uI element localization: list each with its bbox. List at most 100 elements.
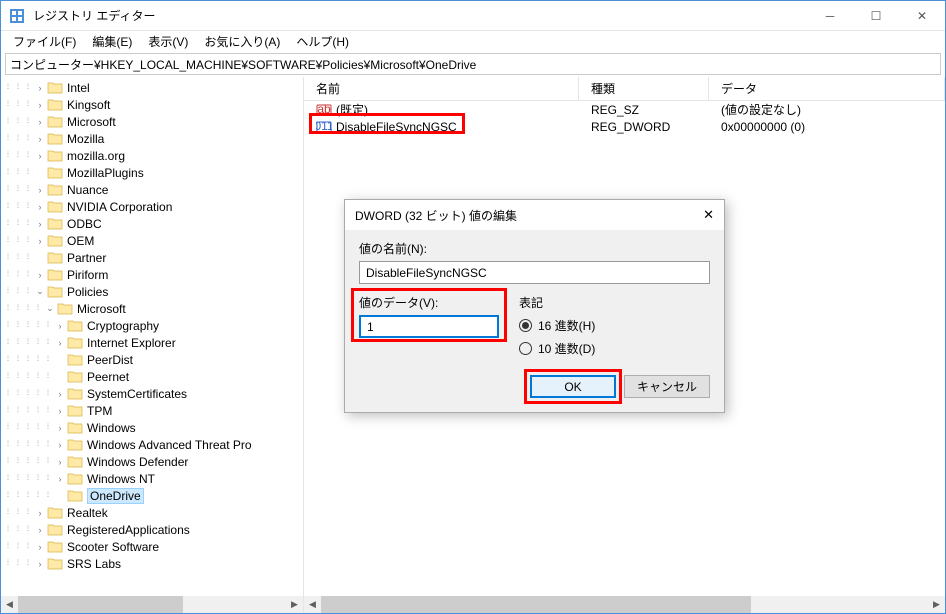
name-field[interactable] (359, 261, 710, 284)
regedit-icon (9, 8, 25, 24)
scroll-left-icon[interactable]: ◀ (1, 596, 18, 613)
chevron-icon[interactable]: › (53, 321, 67, 331)
address-bar[interactable]: コンピューター¥HKEY_LOCAL_MACHINE¥SOFTWARE¥Poli… (5, 53, 941, 75)
tree-item[interactable]: ⋮⋮⋮›Intel (3, 79, 303, 96)
tree-item[interactable]: ⋮⋮⋮›Piriform (3, 266, 303, 283)
dialog-close-button[interactable]: ✕ (684, 207, 714, 223)
scroll-right-icon[interactable]: ▶ (928, 596, 945, 613)
radio-hex[interactable]: 16 進数(H) (519, 317, 595, 334)
tree-item[interactable]: ⋮⋮⋮⋮⋮›TPM (3, 402, 303, 419)
folder-icon (67, 421, 83, 434)
col-data[interactable]: データ (709, 77, 945, 100)
tree-item[interactable]: ⋮⋮⋮⋮⋮›Windows Defender (3, 453, 303, 470)
chevron-icon[interactable]: › (33, 542, 47, 552)
value-name: DisableFileSyncNGSC (336, 120, 457, 134)
tree-item[interactable]: ⋮⋮⋮⋮⋮›SystemCertificates (3, 385, 303, 402)
tree-item-label: SystemCertificates (87, 387, 187, 401)
menu-help[interactable]: ヘルプ(H) (290, 31, 355, 52)
tree-item-label: Internet Explorer (87, 336, 176, 350)
tree-scrollbar-h[interactable]: ◀ ▶ (1, 596, 303, 613)
tree-item[interactable]: ⋮⋮⋮⋮⌄Microsoft (3, 300, 303, 317)
chevron-icon[interactable]: › (53, 338, 67, 348)
scroll-thumb[interactable] (18, 596, 183, 613)
tree-item[interactable]: ⋮⋮⋮⋮⋮›Cryptography (3, 317, 303, 334)
chevron-icon[interactable]: › (33, 508, 47, 518)
chevron-icon[interactable]: › (33, 559, 47, 569)
tree-item[interactable]: ⋮⋮⋮›RegisteredApplications (3, 521, 303, 538)
tree-item[interactable]: ⋮⋮⋮›NVIDIA Corporation (3, 198, 303, 215)
chevron-icon[interactable]: › (33, 236, 47, 246)
chevron-icon[interactable]: › (53, 423, 67, 433)
tree-item[interactable]: ⋮⋮⋮›Microsoft (3, 113, 303, 130)
chevron-icon[interactable]: › (33, 525, 47, 535)
tree-item[interactable]: ⋮⋮⋮⋮⋮OneDrive (3, 487, 303, 504)
menu-edit[interactable]: 編集(E) (86, 31, 138, 52)
chevron-icon[interactable]: › (53, 457, 67, 467)
tree-item-label: Windows NT (87, 472, 155, 486)
chevron-icon[interactable]: › (33, 185, 47, 195)
menu-favorites[interactable]: お気に入り(A) (198, 31, 286, 52)
chevron-icon[interactable]: › (33, 151, 47, 161)
tree-item-label: TPM (87, 404, 112, 418)
chevron-icon[interactable]: › (53, 440, 67, 450)
chevron-icon[interactable]: › (53, 406, 67, 416)
scroll-right-icon[interactable]: ▶ (286, 596, 303, 613)
folder-icon (47, 251, 63, 264)
tree-item[interactable]: ⋮⋮⋮›Scooter Software (3, 538, 303, 555)
svg-text:ab: ab (317, 102, 331, 116)
list-row[interactable]: 011DisableFileSyncNGSCREG_DWORD0x0000000… (304, 118, 945, 135)
tree-item[interactable]: ⋮⋮⋮›Kingsoft (3, 96, 303, 113)
value-data: (値の設定なし) (709, 101, 945, 118)
tree-item-label: Microsoft (67, 115, 116, 129)
tree-item[interactable]: ⋮⋮⋮›Nuance (3, 181, 303, 198)
menu-file[interactable]: ファイル(F) (7, 31, 82, 52)
minimize-button[interactable]: ─ (807, 1, 853, 31)
chevron-icon[interactable]: › (33, 202, 47, 212)
list-row[interactable]: ab(既定)REG_SZ(値の設定なし) (304, 101, 945, 118)
tree-item-label: Intel (67, 81, 90, 95)
chevron-icon[interactable]: › (33, 219, 47, 229)
tree-item[interactable]: ⋮⋮⋮›Mozilla (3, 130, 303, 147)
chevron-icon[interactable]: › (33, 117, 47, 127)
tree-item[interactable]: ⋮⋮⋮⋮⋮›Windows Advanced Threat Pro (3, 436, 303, 453)
chevron-icon[interactable]: › (33, 100, 47, 110)
scroll-left-icon[interactable]: ◀ (304, 596, 321, 613)
tree-item[interactable]: ⋮⋮⋮›Realtek (3, 504, 303, 521)
close-button[interactable]: ✕ (899, 1, 945, 31)
cancel-button[interactable]: キャンセル (624, 375, 710, 398)
tree-item[interactable]: ⋮⋮⋮›SRS Labs (3, 555, 303, 572)
col-type[interactable]: 種類 (579, 77, 709, 100)
chevron-icon[interactable]: › (53, 474, 67, 484)
tree-item[interactable]: ⋮⋮⋮›OEM (3, 232, 303, 249)
dialog-title-text: DWORD (32 ビット) 値の編集 (355, 207, 684, 224)
tree-item[interactable]: ⋮⋮⋮›mozilla.org (3, 147, 303, 164)
tree-item[interactable]: ⋮⋮⋮⌄Policies (3, 283, 303, 300)
scroll-thumb[interactable] (321, 596, 751, 613)
tree-item[interactable]: ⋮⋮⋮⋮⋮›Windows (3, 419, 303, 436)
chevron-icon[interactable]: ⌄ (33, 286, 47, 297)
data-field[interactable] (359, 315, 499, 338)
tree-item[interactable]: ⋮⋮⋮MozillaPlugins (3, 164, 303, 181)
dialog-titlebar[interactable]: DWORD (32 ビット) 値の編集 ✕ (345, 200, 724, 230)
chevron-icon[interactable]: › (33, 83, 47, 93)
list-scrollbar-h[interactable]: ◀ ▶ (304, 596, 945, 613)
maximize-button[interactable]: ☐ (853, 1, 899, 31)
col-name[interactable]: 名前 (304, 77, 579, 100)
menu-view[interactable]: 表示(V) (142, 31, 194, 52)
tree-item-label: SRS Labs (67, 557, 121, 571)
folder-icon (47, 81, 63, 94)
tree-item[interactable]: ⋮⋮⋮⋮⋮Peernet (3, 368, 303, 385)
chevron-icon[interactable]: ⌄ (43, 303, 57, 314)
chevron-icon[interactable]: › (53, 389, 67, 399)
tree-item[interactable]: ⋮⋮⋮⋮⋮PeerDist (3, 351, 303, 368)
tree-item[interactable]: ⋮⋮⋮⋮⋮›Internet Explorer (3, 334, 303, 351)
tree-pane: ⋮⋮⋮›Intel⋮⋮⋮›Kingsoft⋮⋮⋮›Microsoft⋮⋮⋮›Mo… (1, 77, 304, 613)
tree-item[interactable]: ⋮⋮⋮⋮⋮›Windows NT (3, 470, 303, 487)
ok-button[interactable]: OK (530, 375, 616, 398)
tree-item-label: RegisteredApplications (67, 523, 190, 537)
chevron-icon[interactable]: › (33, 134, 47, 144)
tree-item[interactable]: ⋮⋮⋮›ODBC (3, 215, 303, 232)
radio-dec[interactable]: 10 進数(D) (519, 340, 595, 357)
chevron-icon[interactable]: › (33, 270, 47, 280)
tree-item[interactable]: ⋮⋮⋮Partner (3, 249, 303, 266)
